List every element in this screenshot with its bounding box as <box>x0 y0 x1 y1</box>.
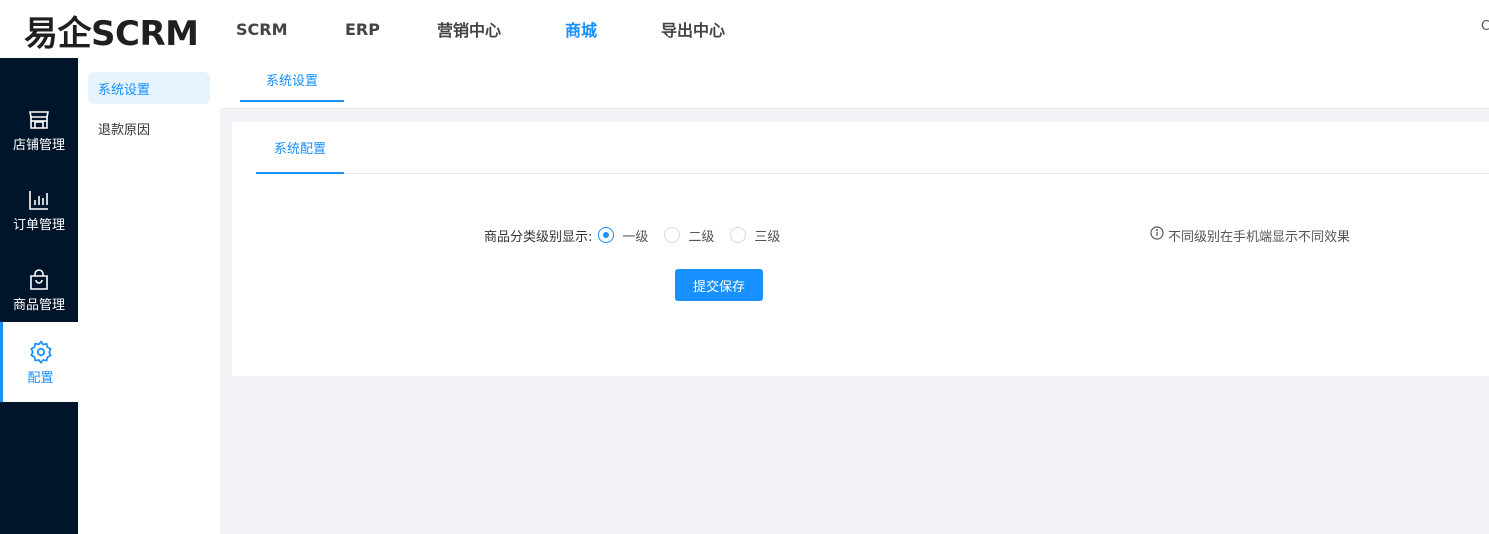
radio-level-two[interactable]: 二级 <box>664 226 714 245</box>
top-bar: 易企SCRM SCRM ERP 营销中心 商城 导出中心 C <box>0 0 1489 58</box>
radio-dot[interactable] <box>664 227 681 243</box>
topnav-item-mall[interactable]: 商城 <box>565 17 661 41</box>
top-nav: SCRM ERP 营销中心 商城 导出中心 <box>236 0 741 58</box>
shopping-bag-icon <box>27 268 51 292</box>
category-level-label: 商品分类级别显示: <box>484 229 593 245</box>
brand-logo: 易企SCRM <box>24 14 199 54</box>
sidebar-item-label: 店铺管理 <box>12 137 65 153</box>
tab-system-config[interactable]: 系统配置 <box>256 122 344 174</box>
radio-level-one[interactable]: 一级 <box>598 226 648 245</box>
radio-dot[interactable] <box>730 227 747 243</box>
sidebar-item-config[interactable]: 配置 <box>0 322 78 402</box>
radio-level-three[interactable]: 三级 <box>730 226 780 245</box>
topnav-item-scrm[interactable]: SCRM <box>236 20 345 39</box>
hint-text: 不同级别在手机端显示不同效果 <box>1168 229 1351 245</box>
submit-save-button[interactable]: 提交保存 <box>675 269 763 301</box>
sidebar-item-products[interactable]: 商品管理 <box>0 250 78 330</box>
radio-label: 一级 <box>622 229 649 245</box>
info-icon <box>1150 226 1168 244</box>
sub-nav: 系统设置 退款原因 <box>78 58 220 534</box>
radio-dot[interactable] <box>598 227 615 243</box>
topnav-item-export[interactable]: 导出中心 <box>661 17 741 41</box>
radio-label: 二级 <box>688 229 715 245</box>
sidebar-item-orders[interactable]: 订单管理 <box>0 170 78 250</box>
store-icon <box>27 108 51 132</box>
topnav-item-erp[interactable]: ERP <box>345 20 437 39</box>
subnav-item-system-settings[interactable]: 系统设置 <box>88 72 210 104</box>
sidebar-item-store[interactable]: 店铺管理 <box>0 90 78 170</box>
config-card: 系统配置 商品分类级别显示: 一级 二级 三级 不同级别在手机端显示不同效果 提… <box>232 122 1489 376</box>
topnav-item-marketing[interactable]: 营销中心 <box>437 17 565 41</box>
topbar-corner-text: C <box>1481 19 1489 34</box>
level-hint: 不同级别在手机端显示不同效果 <box>1150 226 1351 245</box>
main-content: 系统设置 系统配置 商品分类级别显示: 一级 二级 三级 不同级别在手机端显示不… <box>220 58 1489 534</box>
sidebar-item-label: 配置 <box>27 370 54 386</box>
category-level-row: 商品分类级别显示: 一级 二级 三级 <box>484 226 796 245</box>
sidebar-item-label: 商品管理 <box>12 297 65 313</box>
sidebar-item-label: 订单管理 <box>12 217 65 233</box>
page-tab-bar: 系统设置 <box>220 58 1489 109</box>
subnav-item-refund-reasons[interactable]: 退款原因 <box>88 112 210 144</box>
main-sidebar: 店铺管理 订单管理 商品管理 配置 <box>0 58 78 534</box>
gear-icon <box>28 339 54 365</box>
card-tab-bar: 系统配置 <box>256 122 1489 174</box>
radio-label: 三级 <box>754 229 781 245</box>
tab-system-settings[interactable]: 系统设置 <box>240 58 344 102</box>
bar-chart-icon <box>27 188 51 212</box>
